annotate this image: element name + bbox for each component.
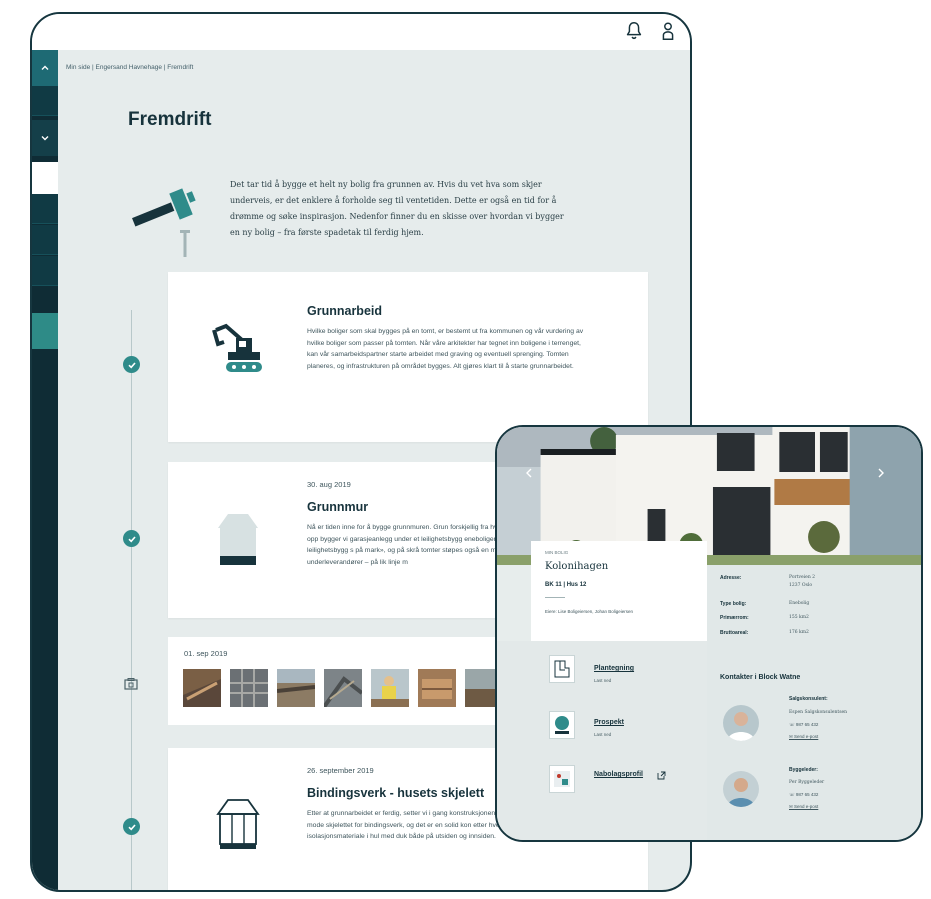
sidebar-item[interactable] [32,194,58,224]
floor-plan-icon [549,655,575,683]
contact-name: Per Byggeleder [789,780,825,785]
documents-panel: Plantegning Last ned Prospekt Last ned N… [497,641,707,840]
sidebar-collapse-button[interactable] [32,50,58,86]
step-complete-check-icon [123,530,140,547]
construction-photo-thumbnail[interactable] [183,669,221,707]
neighborhood-profile-link[interactable]: Nabolagsprofil [594,771,643,778]
bell-icon[interactable] [623,20,645,42]
house-frame-icon [216,799,260,849]
excavator-icon [212,323,262,372]
contact-role: Salgskonsulent: [789,696,828,702]
property-name: Kolonihagen [545,561,609,572]
neighborhood-profile-icon [549,765,575,793]
construction-photo-thumbnail[interactable] [230,669,268,707]
info-value: 155 km2 [789,615,809,620]
contact-role: Byggeleder: [789,767,818,773]
sidebar-expand-button[interactable] [32,120,58,156]
property-kicker: MIN BOLIG [545,550,569,555]
prospectus-icon [549,711,575,739]
contact-phone[interactable]: ☏ 987 65 432 [789,722,818,728]
step-title: Bindingsverk - husets skjelett [307,786,485,800]
step-body: Hvilke boliger som skal bygges på en tom… [307,328,584,370]
info-label: Type bolig: [720,601,747,607]
sidebar-item[interactable] [32,225,58,255]
gallery-date: 01. sep 2019 [184,649,228,658]
user-icon[interactable] [657,20,679,42]
intro-text: Det tar tid å bygge et helt ny bolig fra… [230,180,564,237]
timeline-line [131,310,132,890]
info-value: Portveien 2 [789,575,816,580]
breadcrumb[interactable]: Min side | Engersand Havnehage | Fremdri… [66,64,193,71]
contact-email-link[interactable]: ✉ Send e-post [789,804,818,810]
download-link[interactable]: Last ned [594,732,611,737]
contact-phone[interactable]: ☏ 987 65 432 [789,792,818,798]
floor-plan-link[interactable]: Plantegning [594,665,634,672]
contacts-title: Kontakter i Block Watne [720,674,801,681]
top-bar [32,14,690,50]
info-label: Adresse: [720,575,742,581]
phone-icon: ☏ [789,722,796,727]
avatar [723,771,759,807]
phone-icon: ☏ [789,792,796,797]
info-value: 1237 Oslo [789,583,813,588]
chevron-left-icon[interactable] [525,467,533,479]
contact-name: Espen Salgskonsulentsen [789,710,848,715]
chevron-down-icon [41,136,49,141]
property-unit: BK 11 | Hus 12 [545,582,587,588]
image-gallery-icon [124,678,138,690]
info-label: Bruttoareal: [720,630,749,636]
divider [545,597,565,598]
step-complete-check-icon [123,356,140,373]
step-card[interactable]: Grunnarbeid Hvilke boliger som skal bygg… [168,272,648,442]
property-info-panel: Adresse: Portveien 2 1237 Oslo Type boli… [707,565,921,840]
info-value: 176 km2 [789,630,809,635]
sidebar-item[interactable] [32,256,58,286]
step-complete-check-icon [123,818,140,835]
construction-photo-thumbnail[interactable] [371,669,409,707]
prospectus-link[interactable]: Prospekt [594,719,624,726]
step-date: 26. september 2019 [307,766,374,775]
sidebar-item-active[interactable] [32,313,58,349]
chevron-up-icon [41,65,49,70]
sidebar [32,50,58,890]
avatar [723,705,759,741]
construction-photo-thumbnail[interactable] [277,669,315,707]
sidebar-item[interactable] [32,86,58,116]
download-link[interactable]: Last ned [594,678,611,683]
chevron-right-icon[interactable] [877,467,885,479]
info-value: Enebolig [789,601,810,606]
step-date: 30. aug 2019 [307,480,351,489]
step-title: Grunnarbeid [307,304,383,318]
construction-photo-thumbnail[interactable] [324,669,362,707]
info-label: Primærrom: [720,615,749,621]
page-title: Fremdrift [128,109,212,130]
hammer-icon [132,188,196,257]
contact-email-link[interactable]: ✉ Send e-post [789,734,818,740]
step-title: Grunnmur [307,500,369,514]
construction-photo-thumbnail[interactable] [418,669,456,707]
property-owners: Eiere: Lise Boligeiersen, Johan Boligeie… [545,609,634,614]
sidebar-spacer [32,162,58,194]
external-link-icon[interactable] [657,771,666,780]
property-card: MIN BOLIG Kolonihagen BK 11 | Hus 12 Eie… [531,541,707,641]
property-overview-window: Plantegning Last ned Prospekt Last ned N… [495,425,923,842]
foundation-house-icon [218,514,258,565]
